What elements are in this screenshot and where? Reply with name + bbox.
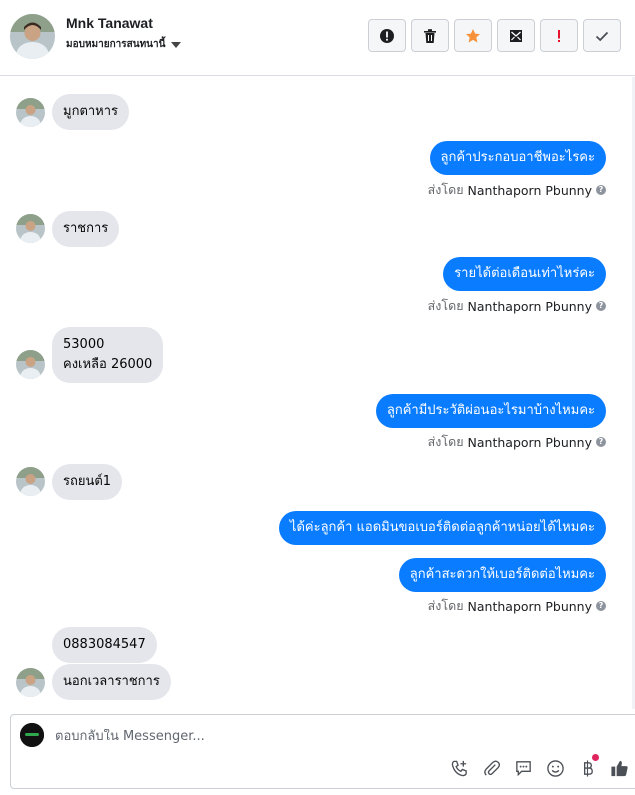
- sender-name: Nanthaporn Pbunny: [467, 434, 592, 450]
- contact-avatar-small: [16, 214, 45, 243]
- sent-by-info: ส่งโดย Nanthaporn Pbunny ?: [428, 596, 606, 616]
- outgoing-message: ได้ค่ะลูกค้า แอดมินขอเบอร์ติดต่อลูกค้าหน…: [278, 511, 606, 545]
- contact-avatar[interactable]: [10, 14, 55, 59]
- phone-add-icon[interactable]: [449, 758, 469, 778]
- paperclip-icon[interactable]: [481, 758, 501, 778]
- incoming-message: ราชการ: [52, 211, 120, 247]
- outgoing-message: ลูกค้ามีประวัติผ่อนอะไรมาบ้างไหมคะ: [375, 394, 606, 428]
- sent-by-prefix: ส่งโดย: [427, 598, 464, 613]
- mark-unread-icon: [510, 29, 522, 42]
- incoming-message: รถยนต์1: [52, 464, 123, 500]
- incoming-message: 0883084547: [52, 627, 157, 663]
- sent-by-info: ส่งโดย Nanthaporn Pbunny ?: [428, 180, 606, 200]
- sender-name: Nanthaporn Pbunny: [467, 598, 592, 614]
- chat-bubble-icon[interactable]: [513, 758, 533, 778]
- mark-unread-button[interactable]: [497, 19, 535, 52]
- like-icon[interactable]: [609, 758, 629, 778]
- outgoing-message: ลูกค้าประกอบอาชีพอะไรคะ: [429, 141, 606, 175]
- notification-dot: [592, 754, 599, 761]
- follow-up-button[interactable]: [454, 19, 492, 52]
- contact-avatar-small: [16, 668, 45, 697]
- incoming-message: มูกตาหาร: [52, 94, 130, 130]
- contact-name: Mnk Tanawat: [66, 15, 153, 31]
- clipped-previous-message: · · ·: [574, 77, 595, 84]
- outgoing-message: รายได้ต่อเดือนเท่าไหร่คะ: [443, 257, 606, 291]
- alert-circle-icon: [380, 28, 394, 43]
- sender-name: Nanthaporn Pbunny: [467, 298, 592, 314]
- spam-button[interactable]: [368, 19, 406, 52]
- assign-conversation-dropdown[interactable]: มอบหมายการสนทนานี้: [66, 37, 182, 52]
- incoming-message: 53000 คงเหลือ 26000: [52, 327, 164, 383]
- reply-composer: [10, 714, 635, 789]
- composer-toolbar: [449, 754, 629, 778]
- star-icon: [466, 28, 480, 42]
- check-icon: [595, 31, 609, 41]
- help-icon[interactable]: ?: [596, 185, 606, 195]
- incoming-message: นอกเวลาราชการ: [52, 664, 171, 700]
- sent-by-prefix: ส่งโดย: [427, 434, 464, 449]
- sent-by-prefix: ส่งโดย: [427, 298, 464, 313]
- priority-button[interactable]: [540, 19, 578, 52]
- reply-input[interactable]: [55, 729, 555, 744]
- sent-by-prefix: ส่งโดย: [427, 182, 464, 197]
- delete-button[interactable]: [411, 19, 449, 52]
- contact-avatar-small: [16, 350, 45, 379]
- baht-icon[interactable]: [577, 754, 599, 778]
- trash-icon: [424, 28, 436, 43]
- help-icon[interactable]: ?: [596, 601, 606, 611]
- help-icon[interactable]: ?: [596, 301, 606, 311]
- chevron-down-icon: [171, 41, 182, 48]
- contact-avatar-small: [16, 467, 45, 496]
- help-icon[interactable]: ?: [596, 437, 606, 447]
- sender-name: Nanthaporn Pbunny: [467, 182, 592, 198]
- mark-done-button[interactable]: [583, 19, 621, 52]
- conversation-toolbar: [368, 19, 621, 52]
- message-thread[interactable]: · · · มูกตาหาร ลูกค้าประกอบอาชีพอะไรคะ ส…: [0, 77, 635, 709]
- sent-by-info: ส่งโดย Nanthaporn Pbunny ?: [428, 296, 606, 316]
- emoji-icon[interactable]: [545, 758, 565, 778]
- outgoing-message: ลูกค้าสะดวกให้เบอร์ติดต่อไหมคะ: [398, 558, 606, 592]
- assign-conversation-label: มอบหมายการสนทนานี้: [66, 39, 166, 50]
- sent-by-info: ส่งโดย Nanthaporn Pbunny ?: [428, 432, 606, 452]
- conversation-header: Mnk Tanawat มอบหมายการสนทนานี้: [0, 0, 635, 76]
- page-avatar: [20, 723, 44, 747]
- contact-avatar-small: [16, 98, 45, 127]
- exclamation-icon: [558, 29, 560, 42]
